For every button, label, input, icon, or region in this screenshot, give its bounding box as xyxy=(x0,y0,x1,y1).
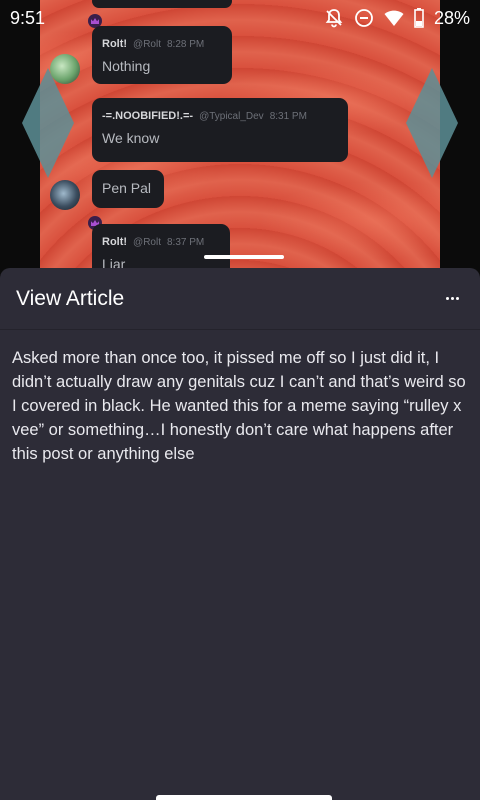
message-author: Rolt! xyxy=(102,236,128,248)
screen: Rolt! @Rolt 8:28 PM Nothing -=.NOOBIFIED!.… xyxy=(0,0,480,800)
status-bar: 9:51 28% xyxy=(0,0,480,36)
message-text: Nothing xyxy=(102,58,151,74)
battery-percentage: 28% xyxy=(433,7,470,28)
status-time: 9:51 xyxy=(10,7,46,28)
more-horizontal-icon[interactable] xyxy=(440,287,464,311)
message-time: 8:28 PM xyxy=(166,39,205,50)
status-icons: 28% xyxy=(324,8,470,29)
avatar xyxy=(50,54,80,84)
do-not-disturb-icon xyxy=(355,9,373,27)
battery-icon xyxy=(414,8,424,28)
sheet-drag-handle[interactable] xyxy=(204,255,284,259)
message-time: 8:37 PM xyxy=(166,237,205,248)
avatar xyxy=(50,180,80,210)
message-author: -=.NOOBIFIED!.=- xyxy=(102,110,194,122)
view-article-sheet: View Article Asked more than once too, i… xyxy=(0,268,480,800)
message-author: Rolt! xyxy=(102,38,128,50)
message-handle: @Typical_Dev xyxy=(199,111,264,122)
message-handle: @Rolt xyxy=(133,39,161,50)
message-text: Pen Pal xyxy=(102,180,152,196)
message-handle: @Rolt xyxy=(133,237,161,248)
navigation-handle[interactable] xyxy=(156,795,332,800)
wifi-icon xyxy=(384,10,404,26)
message-text: We know xyxy=(102,130,160,146)
sheet-header: View Article xyxy=(0,268,480,330)
sheet-title: View Article xyxy=(16,286,125,310)
chat-message-bubble: -=.NOOBIFIED!.=- @Typical_Dev 8:31 PM We k… xyxy=(92,98,348,162)
message-time: 8:31 PM xyxy=(269,111,307,122)
article-image[interactable]: Rolt! @Rolt 8:28 PM Nothing -=.NOOBIFIED!.… xyxy=(0,0,480,284)
notifications-off-icon xyxy=(325,9,343,28)
article-body: Asked more than once too, it pissed me o… xyxy=(12,349,466,463)
chat-message-bubble: Pen Pal xyxy=(92,170,164,208)
